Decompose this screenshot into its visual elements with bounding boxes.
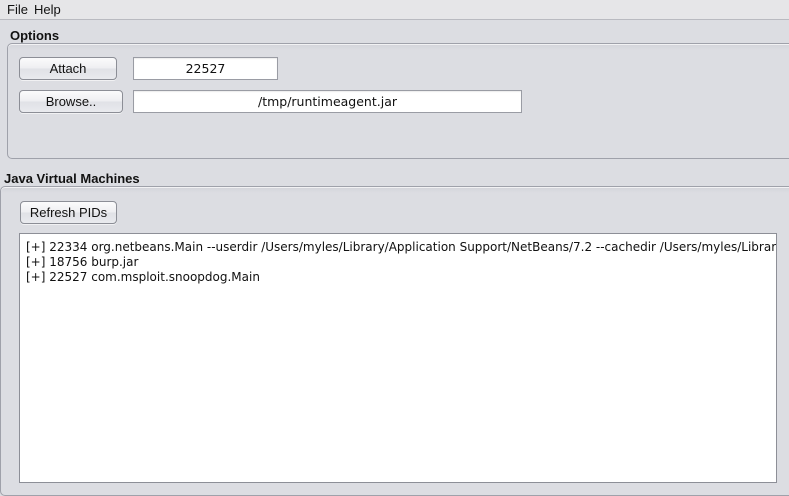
refresh-pids-button[interactable]: Refresh PIDs (20, 201, 117, 224)
jvm-list[interactable]: [+] 22334 org.netbeans.Main --userdir /U… (19, 233, 777, 483)
menu-bar: File Help (0, 0, 789, 20)
menu-file[interactable]: File (7, 2, 28, 17)
options-panel: Attach Browse.. (7, 43, 789, 159)
browse-button[interactable]: Browse.. (19, 90, 123, 113)
attach-button[interactable]: Attach (19, 57, 117, 80)
list-item[interactable]: [+] 22527 com.msploit.snoopdog.Main (20, 270, 776, 285)
options-title: Options (10, 28, 60, 43)
jvm-section-title: Java Virtual Machines (4, 171, 140, 186)
list-item[interactable]: [+] 22334 org.netbeans.Main --userdir /U… (20, 240, 776, 255)
agent-path-field[interactable] (133, 90, 522, 113)
menu-help[interactable]: Help (34, 2, 61, 17)
list-item[interactable]: [+] 18756 burp.jar (20, 255, 776, 270)
pid-field[interactable] (133, 57, 278, 80)
